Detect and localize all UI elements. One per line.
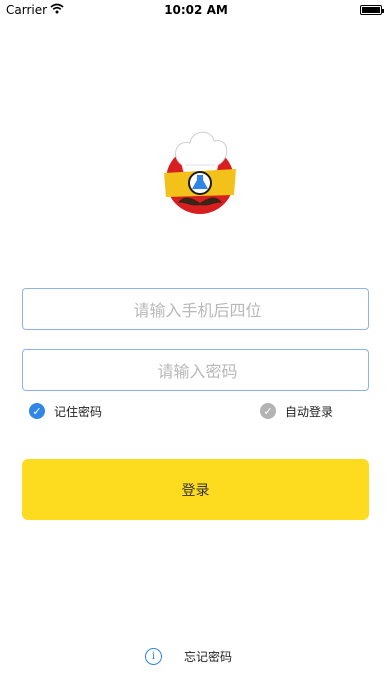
phone-field[interactable] xyxy=(22,288,372,331)
battery-icon xyxy=(360,5,384,15)
app-logo xyxy=(160,125,240,220)
login-button[interactable]: 登录 xyxy=(22,459,369,520)
password-input[interactable] xyxy=(23,350,372,392)
remember-password-label: 记住密码 xyxy=(54,404,103,419)
check-icon: ✓ xyxy=(260,403,276,419)
password-field[interactable] xyxy=(22,349,372,392)
check-icon: ✓ xyxy=(29,403,45,419)
status-bar: Carrier 10:02 AM xyxy=(0,0,392,20)
forgot-password-label: 忘记密码 xyxy=(184,649,233,664)
clock: 10:02 AM xyxy=(164,3,228,17)
info-icon: i xyxy=(145,647,162,665)
phone-input[interactable] xyxy=(23,289,372,331)
forgot-password-link[interactable]: i 忘记密码 xyxy=(145,646,232,666)
auto-login-checkbox[interactable]: ✓ 自动登录 xyxy=(260,402,333,420)
remember-password-checkbox[interactable]: ✓ 记住密码 xyxy=(29,402,102,420)
auto-login-label: 自动登录 xyxy=(285,404,334,419)
